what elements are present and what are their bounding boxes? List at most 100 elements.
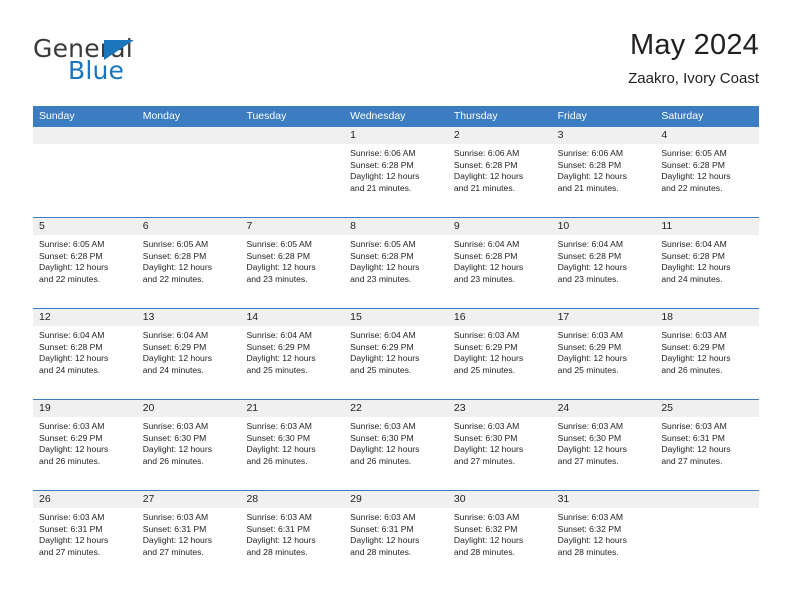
day-cell[interactable]: 11 Sunrise: 6:04 AM Sunset: 6:28 PM Dayligh… (655, 218, 760, 308)
day-sun-info: Sunrise: 6:03 AM Sunset: 6:32 PM Daylight:… (448, 509, 552, 558)
weekday-header-saturday: Saturday (661, 110, 704, 122)
day-cell[interactable]: 16 Sunrise: 6:03 AM Sunset: 6:29 PM Dayligh… (447, 309, 552, 399)
weekday-header-tuesday: Tuesday (246, 110, 287, 122)
day-cell-empty (136, 127, 241, 217)
day-cell[interactable]: 1 Sunrise: 6:06 AM Sunset: 6:28 PM Daylight… (344, 127, 448, 217)
daylight-text-line1: Daylight: 12 hours (453, 444, 524, 455)
day-sun-info: Sunrise: 6:04 AM Sunset: 6:28 PM Daylight:… (448, 236, 552, 285)
day-cell[interactable]: 23 Sunrise: 6:03 AM Sunset: 6:30 PM Dayligh… (447, 400, 552, 490)
day-cell[interactable]: 4 Sunrise: 6:05 AM Sunset: 6:28 PM Daylight… (655, 127, 760, 217)
day-cell-empty (33, 127, 137, 217)
day-number: 22 (350, 402, 362, 414)
daylight-text-line1: Daylight: 12 hours (557, 353, 627, 364)
sunrise-text: Sunrise: 6:03 AM (142, 512, 209, 522)
day-cell[interactable]: 2 Sunrise: 6:06 AM Sunset: 6:28 PM Daylight… (447, 127, 552, 217)
daylight-text-line1: Daylight: 12 hours (142, 262, 212, 273)
day-sun-info: Sunrise: 6:03 AM Sunset: 6:31 PM Daylight:… (655, 418, 759, 467)
day-number: 21 (246, 402, 259, 414)
sunrise-text: Sunrise: 6:03 AM (142, 421, 209, 431)
day-cell[interactable]: 19 Sunrise: 6:03 AM Sunset: 6:29 PM Dayligh… (33, 400, 137, 490)
weekday-header-row: Sunday Monday Tuesday Wednesday Thursday Frid… (33, 106, 759, 127)
day-number-strip (33, 127, 137, 145)
day-cell[interactable]: 30 Sunrise: 6:03 AM Sunset: 6:32 PM Dayligh… (447, 491, 552, 581)
day-cell[interactable]: 29 Sunrise: 6:03 AM Sunset: 6:31 PM Dayligh… (344, 491, 448, 581)
day-cell[interactable]: 9 Sunrise: 6:04 AM Sunset: 6:28 PM Daylight… (447, 218, 552, 308)
daylight-text-line2: and 26 minutes. (142, 455, 204, 466)
sunset-text: Sunset: 6:29 PM (557, 341, 622, 352)
day-number-strip: 24 (551, 400, 656, 418)
day-cell[interactable]: 10 Sunrise: 6:04 AM Sunset: 6:28 PM Dayligh… (551, 218, 656, 308)
day-cell[interactable]: 17 Sunrise: 6:03 AM Sunset: 6:29 PM Dayligh… (551, 309, 656, 399)
sunrise-text: Sunrise: 6:03 AM (246, 512, 312, 522)
sunset-text: Sunset: 6:28 PM (142, 250, 207, 261)
day-cell[interactable]: 20 Sunrise: 6:03 AM Sunset: 6:30 PM Dayligh… (136, 400, 241, 490)
daylight-text-line1: Daylight: 12 hours (350, 535, 420, 546)
day-cell[interactable]: 25 Sunrise: 6:03 AM Sunset: 6:31 PM Dayligh… (655, 400, 760, 490)
daylight-text-line2: and 28 minutes. (453, 546, 516, 557)
sunset-text: Sunset: 6:28 PM (453, 250, 518, 261)
page-title: May 2024 (630, 29, 759, 61)
day-cell[interactable]: 26 Sunrise: 6:03 AM Sunset: 6:31 PM Dayligh… (33, 491, 137, 581)
day-number: 19 (39, 402, 51, 414)
weekday-header-wednesday: Wednesday (350, 110, 406, 122)
day-number-strip: 5 (33, 218, 137, 236)
daylight-text-line2: and 22 minutes. (142, 273, 204, 284)
day-sun-info: Sunrise: 6:03 AM Sunset: 6:29 PM Daylight:… (552, 327, 656, 376)
day-number: 23 (453, 402, 466, 414)
day-sun-info: Sunrise: 6:03 AM Sunset: 6:29 PM Daylight:… (33, 418, 137, 467)
daylight-text-line1: Daylight: 12 hours (246, 444, 316, 455)
weeks-container: 1 Sunrise: 6:06 AM Sunset: 6:28 PM Daylight… (33, 127, 760, 581)
day-sun-info: Sunrise: 6:04 AM Sunset: 6:28 PM Daylight:… (552, 236, 656, 285)
sunrise-text: Sunrise: 6:03 AM (453, 421, 520, 431)
sunrise-text: Sunrise: 6:06 AM (453, 148, 520, 158)
day-sun-info: Sunrise: 6:03 AM Sunset: 6:29 PM Daylight:… (448, 327, 552, 376)
sunrise-text: Sunrise: 6:03 AM (557, 330, 624, 340)
day-number-strip: 1 (344, 127, 448, 145)
day-number-strip: 27 (136, 491, 241, 509)
day-number-strip: 10 (551, 218, 656, 236)
sunset-text: Sunset: 6:28 PM (350, 159, 414, 170)
sunrise-text: Sunrise: 6:04 AM (557, 239, 624, 249)
day-cell[interactable]: 15 Sunrise: 6:04 AM Sunset: 6:29 PM Dayligh… (344, 309, 448, 399)
day-cell[interactable]: 31 Sunrise: 6:03 AM Sunset: 6:32 PM Dayligh… (551, 491, 656, 581)
day-sun-info: Sunrise: 6:03 AM Sunset: 6:30 PM Daylight:… (344, 418, 448, 467)
day-cell[interactable]: 28 Sunrise: 6:03 AM Sunset: 6:31 PM Dayligh… (240, 491, 345, 581)
sunset-text: Sunset: 6:31 PM (661, 432, 725, 443)
day-cell[interactable]: 13 Sunrise: 6:04 AM Sunset: 6:29 PM Dayligh… (136, 309, 241, 399)
day-cell[interactable]: 14 Sunrise: 6:04 AM Sunset: 6:29 PM Dayligh… (240, 309, 345, 399)
sunrise-text: Sunrise: 6:06 AM (350, 148, 416, 158)
day-cell[interactable]: 7 Sunrise: 6:05 AM Sunset: 6:28 PM Daylight… (240, 218, 345, 308)
daylight-text-line2: and 24 minutes. (661, 273, 723, 284)
day-cell[interactable]: 8 Sunrise: 6:05 AM Sunset: 6:28 PM Daylight… (344, 218, 448, 308)
day-cell-empty (655, 491, 760, 581)
day-cell[interactable]: 12 Sunrise: 6:04 AM Sunset: 6:28 PM Dayligh… (33, 309, 137, 399)
sunrise-text: Sunrise: 6:03 AM (557, 512, 624, 522)
sunset-text: Sunset: 6:28 PM (661, 250, 725, 261)
daylight-text-line1: Daylight: 12 hours (557, 171, 627, 182)
day-number-strip (655, 491, 760, 509)
daylight-text-line1: Daylight: 12 hours (246, 535, 316, 546)
day-cell[interactable]: 3 Sunrise: 6:06 AM Sunset: 6:28 PM Daylight… (551, 127, 656, 217)
day-number-strip: 29 (344, 491, 448, 509)
day-number: 20 (142, 402, 155, 414)
daylight-text-line1: Daylight: 12 hours (453, 535, 524, 546)
sunset-text: Sunset: 6:31 PM (246, 523, 310, 534)
day-cell[interactable]: 21 Sunrise: 6:03 AM Sunset: 6:30 PM Dayligh… (240, 400, 345, 490)
daylight-text-line2: and 28 minutes. (246, 546, 308, 557)
sunrise-text: Sunrise: 6:05 AM (39, 239, 105, 249)
day-cell[interactable]: 5 Sunrise: 6:05 AM Sunset: 6:28 PM Daylight… (33, 218, 137, 308)
day-cell[interactable]: 18 Sunrise: 6:03 AM Sunset: 6:29 PM Dayligh… (655, 309, 760, 399)
sunset-text: Sunset: 6:28 PM (557, 159, 622, 170)
day-cell[interactable]: 22 Sunrise: 6:03 AM Sunset: 6:30 PM Dayligh… (344, 400, 448, 490)
sunrise-text: Sunrise: 6:03 AM (39, 421, 105, 431)
day-cell[interactable]: 6 Sunrise: 6:05 AM Sunset: 6:28 PM Daylight… (136, 218, 241, 308)
day-cell[interactable]: 24 Sunrise: 6:03 AM Sunset: 6:30 PM Dayligh… (551, 400, 656, 490)
daylight-text-line1: Daylight: 12 hours (557, 262, 627, 273)
day-number: 29 (350, 493, 362, 505)
sunrise-text: Sunrise: 6:03 AM (350, 421, 416, 431)
daylight-text-line1: Daylight: 12 hours (661, 171, 731, 182)
logo-text-blue: Blue (68, 56, 125, 85)
day-cell[interactable]: 27 Sunrise: 6:03 AM Sunset: 6:31 PM Dayligh… (136, 491, 241, 581)
general-blue-logo[interactable]: General Blue (33, 34, 263, 90)
calendar-page: General Blue May 2024 Zaakro, Ivory Coas… (0, 0, 792, 612)
